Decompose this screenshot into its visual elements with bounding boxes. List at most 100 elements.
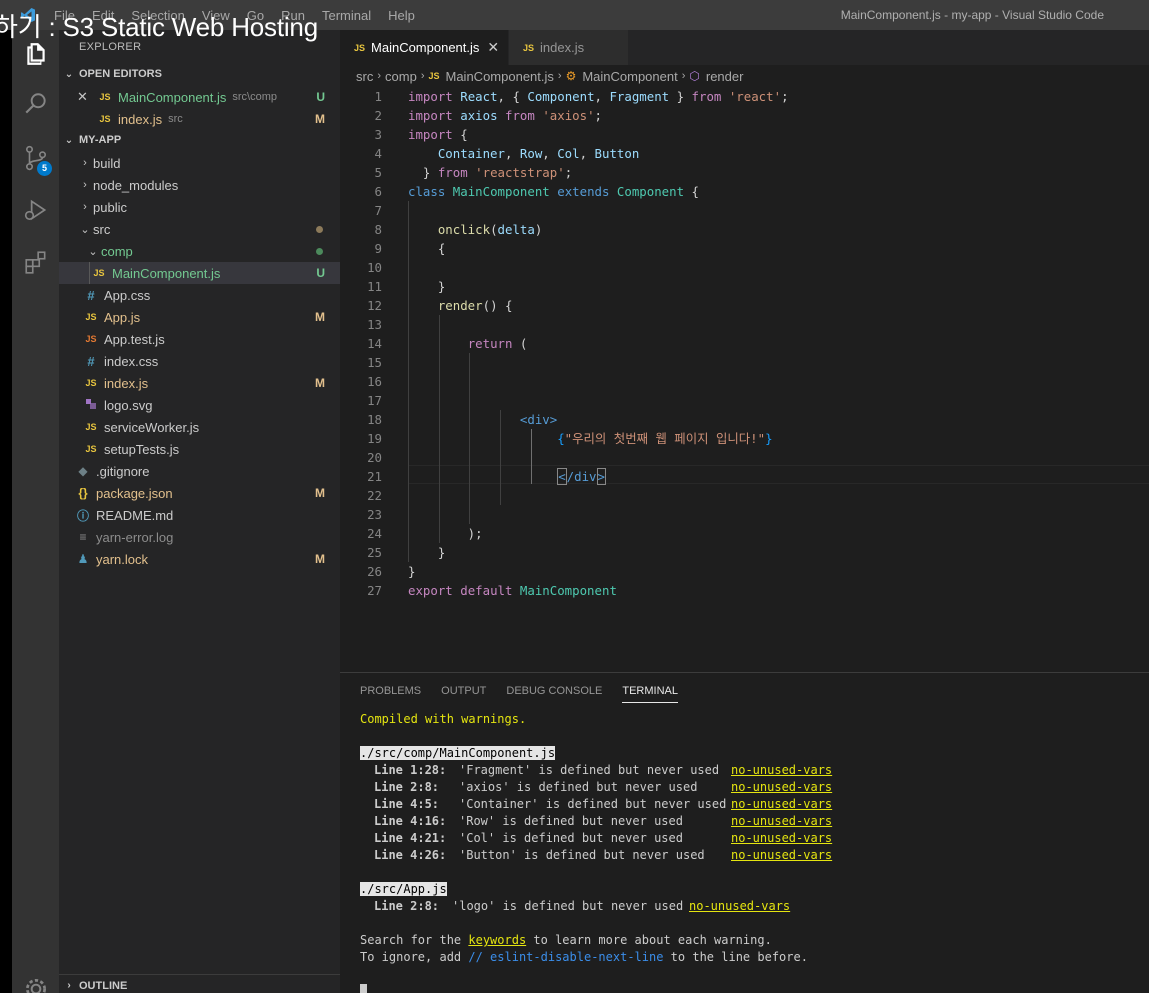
terminal-cursor: [360, 984, 367, 993]
tree-folder-node-modules[interactable]: › node_modules: [59, 174, 340, 196]
file-label: serviceWorker.js: [104, 419, 200, 435]
code-line: 10: [340, 258, 1149, 277]
run-debug-activity[interactable]: [12, 186, 59, 234]
tab-debug-console[interactable]: DEBUG CONSOLE: [506, 685, 602, 703]
tree-file-serviceworker[interactable]: JS serviceWorker.js: [59, 416, 340, 438]
tree-file-index-css[interactable]: # index.css: [59, 350, 340, 372]
status-modified: M: [315, 310, 325, 324]
code-line: 14 return (: [340, 334, 1149, 353]
tab-terminal[interactable]: TERMINAL: [622, 685, 678, 703]
method-symbol-icon: ⬡: [689, 69, 700, 83]
warning-rule-link[interactable]: no-unused-vars: [731, 830, 832, 847]
code-line: 1 import React, { Component, Fragment } f…: [340, 87, 1149, 106]
line-number: 15: [367, 355, 382, 370]
warning-location: Line 4:21:: [374, 831, 447, 845]
breadcrumb-item[interactable]: src: [356, 69, 373, 84]
open-editors-header[interactable]: ⌄ OPEN EDITORS: [59, 63, 340, 85]
warning-rule-link[interactable]: no-unused-vars: [731, 779, 832, 796]
chevron-right-icon: ›: [83, 201, 87, 213]
gear-icon: [25, 978, 46, 993]
breadcrumb-item[interactable]: MainComponent.js: [446, 69, 554, 84]
line-number: 2: [374, 108, 382, 123]
terminal-compiled: Compiled with warnings.: [360, 712, 527, 726]
code-text: }: [408, 545, 446, 560]
warning-message: 'logo' is defined but never used: [452, 899, 684, 913]
code-editor[interactable]: 1 import React, { Component, Fragment } f…: [340, 87, 1149, 672]
panel-tabs: PROBLEMS OUTPUT DEBUG CONSOLE TERMINAL: [360, 685, 698, 703]
code-line: 15: [340, 353, 1149, 372]
breadcrumb-item[interactable]: MainComponent: [582, 69, 677, 84]
tree-file-yarn-error[interactable]: ≡ yarn-error.log: [59, 526, 340, 548]
tree-file-app-css[interactable]: # App.css: [59, 284, 340, 306]
css-file-icon: #: [87, 287, 95, 303]
chevron-right-icon: ›: [557, 70, 562, 82]
tree-file-yarn-lock[interactable]: ♟ yarn.lock M: [59, 548, 340, 570]
settings-activity[interactable]: [12, 965, 59, 993]
tree-file-app-test-js[interactable]: JS App.test.js: [59, 328, 340, 350]
tree-folder-public[interactable]: › public: [59, 196, 340, 218]
search-activity[interactable]: [12, 80, 59, 128]
file-label: logo.svg: [104, 397, 153, 413]
warning-rule-link[interactable]: no-unused-vars: [731, 762, 832, 779]
code-text: }: [408, 564, 416, 579]
tree-folder-comp[interactable]: ⌄ comp: [59, 240, 340, 262]
warning-message: 'Col' is defined but never used: [459, 831, 683, 845]
warning-rule-link[interactable]: no-unused-vars: [731, 796, 832, 813]
tree-indent-guide: [89, 262, 90, 284]
code-line: 11 }: [340, 277, 1149, 296]
close-icon[interactable]: ✕: [77, 89, 97, 105]
line-number: 24: [367, 526, 382, 541]
file-label: setupTests.js: [104, 441, 180, 457]
code-line: 27 export default MainComponent: [340, 581, 1149, 600]
code-line: 21 </div>: [340, 467, 1149, 486]
warning-rule-link[interactable]: no-unused-vars: [689, 898, 790, 915]
project-header[interactable]: ⌄ MY-APP: [59, 129, 340, 151]
js-file-icon: JS: [93, 268, 105, 278]
tab-output[interactable]: OUTPUT: [441, 685, 486, 703]
outline-header[interactable]: › OUTLINE: [59, 974, 340, 993]
open-editor-item[interactable]: ✕ JS MainComponent.js src\comp U: [59, 86, 340, 108]
file-label: README.md: [96, 507, 174, 523]
status-untracked: U: [316, 90, 325, 104]
keywords-link[interactable]: keywords: [468, 933, 526, 947]
run-debug-icon: [24, 199, 46, 221]
folder-label: build: [93, 155, 121, 171]
tree-file-gitignore[interactable]: ◆ .gitignore: [59, 460, 340, 482]
tab-problems[interactable]: PROBLEMS: [360, 685, 421, 703]
tree-file-logo-svg[interactable]: logo.svg: [59, 394, 340, 416]
terminal-warning-row: Line 2:8:: [374, 898, 439, 915]
line-number: 5: [374, 165, 382, 180]
breadcrumb-item[interactable]: comp: [385, 69, 417, 84]
source-control-activity[interactable]: 5: [12, 134, 59, 182]
warning-location: Line 4:16:: [374, 814, 447, 828]
chevron-right-icon: ›: [420, 70, 425, 82]
code-text: }: [408, 279, 446, 294]
warning-rule-link[interactable]: no-unused-vars: [731, 813, 832, 830]
tree-folder-src[interactable]: ⌄ src: [59, 218, 340, 240]
open-editor-name: MainComponent.js: [118, 89, 227, 105]
close-icon[interactable]: ✕: [487, 39, 499, 56]
terminal-warning-row: Line 4:21:: [374, 830, 446, 847]
tab-maincomponent[interactable]: JS MainComponent.js ✕: [340, 30, 508, 65]
extensions-activity[interactable]: [12, 238, 59, 286]
breadcrumb-item[interactable]: render: [706, 69, 744, 84]
status-modified: M: [315, 112, 325, 126]
tree-file-package-json[interactable]: {} package.json M: [59, 482, 340, 504]
code-line: 5 } from 'reactstrap';: [340, 163, 1149, 182]
tree-file-app-js[interactable]: JS App.js M: [59, 306, 340, 328]
tree-file-setuptests[interactable]: JS setupTests.js: [59, 438, 340, 460]
tree-file-readme[interactable]: ⓘ README.md: [59, 504, 340, 526]
tree-file-maincomponent[interactable]: JS MainComponent.js U: [59, 262, 340, 284]
file-label: index.js: [104, 375, 149, 391]
tab-index-js[interactable]: JS index.js: [508, 30, 628, 65]
code-text: import axios from 'axios';: [408, 108, 603, 123]
file-label: .gitignore: [96, 463, 150, 479]
chevron-down-icon: ⌄: [64, 134, 74, 146]
code-line: 7: [340, 201, 1149, 220]
tree-folder-build[interactable]: › build: [59, 152, 340, 174]
line-number: 7: [374, 203, 382, 218]
tree-file-index-js[interactable]: JS index.js M: [59, 372, 340, 394]
warning-rule-link[interactable]: no-unused-vars: [731, 847, 832, 864]
open-editor-item[interactable]: JS index.js src M: [59, 108, 340, 130]
open-editor-path: src: [168, 113, 183, 125]
